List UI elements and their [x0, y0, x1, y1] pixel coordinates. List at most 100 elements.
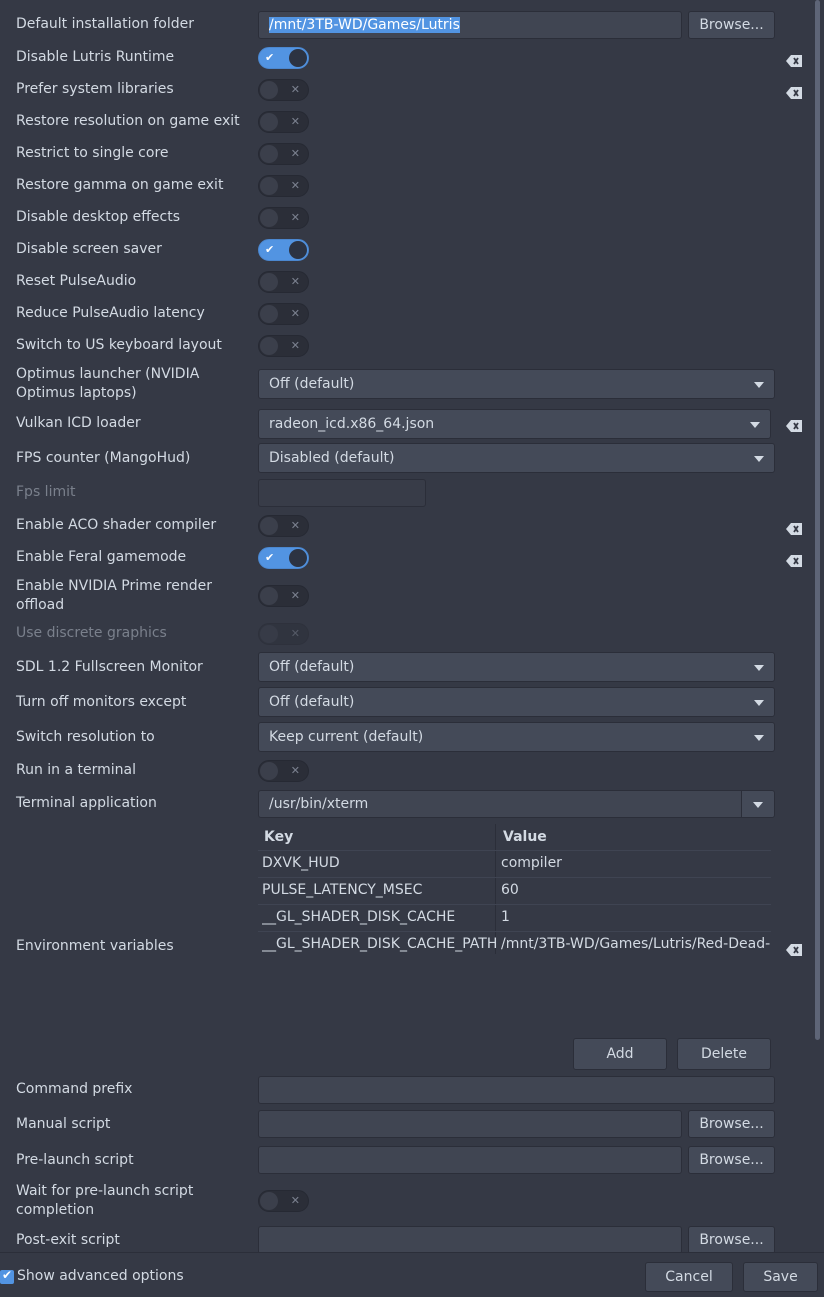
switch-resolution-dropdown[interactable]: Keep current (default): [258, 722, 775, 752]
run-terminal-switch[interactable]: ✕: [258, 760, 309, 782]
x-icon: ✕: [290, 339, 300, 352]
table-row[interactable]: PULSE_LATENCY_MSEC 60: [258, 877, 771, 904]
single-core-switch[interactable]: ✕: [258, 143, 309, 165]
optimus-dropdown[interactable]: Off (default): [258, 369, 775, 399]
check-icon: ✔: [265, 551, 275, 564]
us-keyboard-switch[interactable]: ✕: [258, 335, 309, 357]
disable-screen-saver-label: Disable screen saver: [16, 241, 162, 257]
env-col-key[interactable]: Key: [264, 824, 293, 850]
check-icon: ✔: [265, 51, 275, 64]
discrete-gpu-label: Use discrete graphics: [16, 625, 167, 641]
env-col-value[interactable]: Value: [503, 824, 547, 850]
manual-script-browse-button[interactable]: Browse...: [688, 1110, 775, 1138]
discrete-gpu-switch: ✕: [258, 623, 309, 645]
prelaunch-script-browse-button[interactable]: Browse...: [688, 1146, 775, 1174]
table-row[interactable]: DXVK_HUD compiler: [258, 850, 771, 877]
reset-pulseaudio-switch[interactable]: ✕: [258, 271, 309, 293]
install-folder-label: Default installation folder: [16, 16, 194, 32]
cancel-button[interactable]: Cancel: [645, 1262, 733, 1292]
prefer-system-libs-switch[interactable]: ✕: [258, 79, 309, 101]
env-table-header: Key Value: [258, 824, 771, 850]
restore-gamma-label: Restore gamma on game exit: [16, 177, 224, 193]
x-icon: ✕: [290, 115, 300, 128]
scrollbar-thumb[interactable]: [815, 0, 820, 1040]
command-prefix-label: Command prefix: [16, 1081, 133, 1097]
restore-resolution-switch[interactable]: ✕: [258, 111, 309, 133]
aco-label: Enable ACO shader compiler: [16, 517, 217, 533]
chevron-down-icon: [754, 665, 764, 671]
env-delete-button[interactable]: Delete: [677, 1038, 771, 1070]
monitors-off-dropdown[interactable]: Off (default): [258, 687, 775, 717]
disable-runtime-switch[interactable]: ✔: [258, 47, 309, 69]
postexit-script-input[interactable]: [258, 1226, 682, 1252]
x-icon: ✕: [290, 519, 300, 532]
chevron-down-icon: [753, 802, 763, 808]
reduce-pulse-latency-switch[interactable]: ✕: [258, 303, 309, 325]
terminal-app-input[interactable]: /usr/bin/xterm: [258, 790, 742, 818]
terminal-app-dropdown-button[interactable]: [741, 790, 775, 818]
install-folder-browse-button[interactable]: Browse...: [688, 11, 775, 39]
clear-icon[interactable]: [786, 944, 802, 956]
env-key: __GL_SHADER_DISK_CACHE: [262, 909, 456, 925]
disable-desktop-effects-switch[interactable]: ✕: [258, 207, 309, 229]
fps-counter-dropdown[interactable]: Disabled (default): [258, 443, 775, 473]
clear-icon[interactable]: [786, 523, 802, 535]
gamemode-switch[interactable]: ✔: [258, 547, 309, 569]
check-icon: ✔: [265, 243, 275, 256]
show-advanced-label[interactable]: Show advanced options: [17, 1267, 184, 1286]
clear-icon[interactable]: [786, 55, 802, 67]
x-icon: ✕: [290, 627, 300, 640]
env-vars-label: Environment variables: [16, 938, 174, 954]
disable-runtime-label: Disable Lutris Runtime: [16, 49, 175, 65]
clear-icon[interactable]: [786, 420, 802, 432]
postexit-script-label: Post-exit script: [16, 1232, 120, 1248]
x-icon: ✕: [290, 307, 300, 320]
show-advanced-checkbox[interactable]: ✔: [0, 1268, 14, 1284]
table-row[interactable]: __GL_SHADER_DISK_CACHE_PATH/mnt/3TB-WD/G…: [258, 931, 771, 958]
command-prefix-input[interactable]: [258, 1076, 775, 1104]
x-icon: ✕: [290, 275, 300, 288]
x-icon: ✕: [290, 211, 300, 224]
settings-panel: Default installation folder /mnt/3TB-WD/…: [0, 0, 812, 1252]
x-icon: ✕: [290, 83, 300, 96]
vulkan-icd-label: Vulkan ICD loader: [16, 415, 141, 431]
env-value: compiler: [501, 855, 562, 871]
save-button[interactable]: Save: [743, 1262, 818, 1292]
vertical-scrollbar[interactable]: [812, 0, 824, 1252]
wait-prelaunch-label: Wait for pre-launch script completion: [16, 1183, 194, 1218]
terminal-app-label: Terminal application: [16, 795, 157, 811]
sdl-monitor-label: SDL 1.2 Fullscreen Monitor: [16, 659, 203, 675]
env-value: 60: [501, 882, 519, 898]
run-terminal-label: Run in a terminal: [16, 762, 137, 778]
chevron-down-icon: [754, 700, 764, 706]
prelaunch-script-input[interactable]: [258, 1146, 682, 1174]
gamemode-label: Enable Feral gamemode: [16, 549, 187, 565]
x-icon: ✕: [290, 179, 300, 192]
restore-gamma-switch[interactable]: ✕: [258, 175, 309, 197]
postexit-script-browse-button[interactable]: Browse...: [688, 1226, 775, 1252]
chevron-down-icon: [754, 735, 764, 741]
check-icon: ✔: [2, 1268, 13, 1282]
install-folder-input[interactable]: /mnt/3TB-WD/Games/Lutris: [258, 11, 682, 39]
disable-screen-saver-switch[interactable]: ✔: [258, 239, 309, 261]
table-row[interactable]: __GL_SHADER_DISK_CACHE 1: [258, 904, 771, 931]
env-value: /mnt/3TB-WD/Games/Lutris/Red-Dead-R: [501, 936, 771, 952]
prime-switch[interactable]: ✕: [258, 585, 309, 607]
fps-limit-input[interactable]: [258, 479, 426, 507]
dialog-footer: ✔ Show advanced options Cancel Save: [0, 1252, 824, 1297]
wait-prelaunch-switch[interactable]: ✕: [258, 1190, 309, 1212]
sdl-monitor-dropdown[interactable]: Off (default): [258, 652, 775, 682]
clear-icon[interactable]: [786, 87, 802, 99]
reset-pulseaudio-label: Reset PulseAudio: [16, 273, 137, 289]
env-value: 1: [501, 909, 510, 925]
restore-resolution-label: Restore resolution on game exit: [16, 113, 240, 129]
clear-icon[interactable]: [786, 555, 802, 567]
aco-switch[interactable]: ✕: [258, 515, 309, 537]
x-icon: ✕: [290, 1194, 300, 1207]
env-add-button[interactable]: Add: [573, 1038, 667, 1070]
prelaunch-script-label: Pre-launch script: [16, 1152, 134, 1168]
x-icon: ✕: [290, 764, 300, 777]
vulkan-icd-dropdown[interactable]: radeon_icd.x86_64.json: [258, 409, 771, 439]
manual-script-label: Manual script: [16, 1116, 111, 1132]
manual-script-input[interactable]: [258, 1110, 682, 1138]
